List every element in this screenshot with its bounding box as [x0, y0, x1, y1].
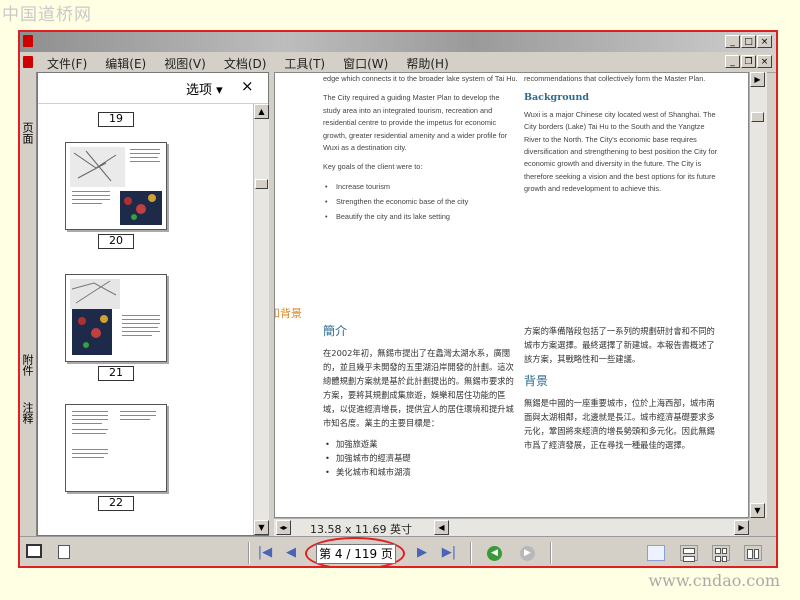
- options-label: 选项: [186, 83, 213, 98]
- paragraph: edge which connects it to the broader la…: [323, 74, 518, 83]
- close-panel-button[interactable]: ×: [241, 77, 254, 95]
- paragraph: Key goals of the client were to:: [323, 162, 423, 172]
- scroll-down-button[interactable]: ▼: [254, 520, 269, 535]
- thumbnail-image: [70, 279, 160, 355]
- page-number-field[interactable]: 第 4 / 119 页: [316, 544, 396, 564]
- forward-button[interactable]: ▶: [520, 546, 535, 561]
- side-tabs: 页面 附件 注释: [20, 72, 37, 536]
- prev-page-button[interactable]: ◀: [282, 545, 300, 561]
- options-menu[interactable]: 选项 ▾: [186, 79, 223, 98]
- chinese-right-column: 方案的準備階段包括了一系列的規劃研討會和不同的城市方案選擇。最終選擇了新建城。本…: [524, 324, 720, 460]
- section-heading: Background: [524, 92, 589, 104]
- thumb-page-number: 21: [98, 366, 134, 381]
- menu-window[interactable]: 窗口(W): [334, 55, 397, 72]
- tab-attachments[interactable]: 附件: [21, 354, 35, 376]
- last-page-button[interactable]: ▶|: [440, 545, 458, 561]
- divider: [248, 542, 250, 564]
- thumb-page-number: 22: [98, 496, 134, 511]
- menu-bar: 文件(F) 编辑(E) 视图(V) 文档(D) 工具(T) 窗口(W) 帮助(H…: [20, 52, 776, 73]
- back-button[interactable]: ◀: [487, 546, 502, 561]
- app-window: _ □ × 文件(F) 编辑(E) 视图(V) 文档(D) 工具(T) 窗口(W…: [18, 30, 778, 568]
- doc-minimize-button[interactable]: _: [725, 55, 740, 68]
- app-icon: [23, 35, 33, 47]
- paragraph: The City required a guiding Master Plan …: [323, 93, 508, 153]
- window-controls: _ □ ×: [725, 35, 772, 48]
- status-bar: |◀ ◀ 第 4 / 119 页 ▶ ▶| ◀ ▶: [20, 536, 776, 566]
- document-hscrollbar[interactable]: ◂▸ 13.58 x 11.69 英寸 ◀ ▶: [274, 518, 749, 537]
- scroll-up-button[interactable]: ▲: [254, 104, 269, 119]
- panel-header: 选项 ▾ ×: [38, 73, 268, 104]
- menu-file[interactable]: 文件(F): [38, 55, 96, 72]
- english-left-column: edge which connects it to the broader la…: [323, 73, 518, 226]
- scroll-thumb[interactable]: [255, 179, 268, 189]
- page-icon[interactable]: [58, 545, 70, 559]
- page-size-label: 13.58 x 11.69 英寸: [310, 523, 412, 536]
- list-item: Beautify the city and its lake setting: [323, 211, 518, 223]
- paragraph: recommendations that collectively form t…: [524, 74, 706, 83]
- page-thumbnail-panel: 选项 ▾ × 19 20 21 22 ▲ ▼: [37, 72, 269, 536]
- thumbnail-page-20[interactable]: [65, 142, 167, 230]
- menu-help[interactable]: 帮助(H): [397, 55, 457, 72]
- paragraph: 方案的準備階段包括了一系列的規劃研討會和不同的城市方案選擇。最終選擇了新建城。本…: [524, 326, 715, 364]
- menu-tools[interactable]: 工具(T): [275, 55, 334, 72]
- document-icon: [23, 56, 33, 68]
- scroll-up-button[interactable]: ▶: [750, 72, 765, 87]
- document-window-controls: _ ❐ ×: [725, 55, 772, 68]
- panel-toggle-icon[interactable]: [26, 544, 42, 558]
- doc-close-button[interactable]: ×: [757, 55, 772, 68]
- watermark-top: 中国道桥网: [2, 5, 92, 25]
- list-item: Strengthen the economic base of the city: [323, 196, 518, 208]
- scroll-thumb[interactable]: [751, 112, 764, 122]
- chevron-down-icon: ▾: [216, 83, 223, 98]
- first-page-button[interactable]: |◀: [256, 545, 274, 561]
- tab-pages[interactable]: 页面: [21, 122, 35, 144]
- maximize-button[interactable]: □: [741, 35, 756, 48]
- divider: [470, 542, 472, 564]
- doc-restore-button[interactable]: ❐: [741, 55, 756, 68]
- thumbnail-list: 19 20 21 22: [38, 104, 253, 535]
- divider: [550, 542, 552, 564]
- list-item: 加強城市的經濟基礎: [323, 452, 519, 464]
- paragraph: 無錫是中國的一座重要城市，位於上海西部，城市南面與太湖相鄰，北邊就是長江。城市經…: [524, 398, 715, 450]
- minimize-button[interactable]: _: [725, 35, 740, 48]
- continuous-view-icon[interactable]: [680, 545, 698, 562]
- close-button[interactable]: ×: [757, 35, 772, 48]
- watermark-bottom: www.cndao.com: [648, 571, 780, 590]
- section-label: 和背景: [275, 307, 302, 320]
- scroll-left-button[interactable]: ◀: [434, 520, 449, 535]
- thumbnail-image: [70, 147, 162, 225]
- english-right-column: recommendations that collectively form t…: [524, 73, 719, 203]
- chinese-left-column: 簡介 在2002年初，無錫市提出了在蠡灣太湖水系，廣闊的，並且幾乎未開發的五里湖…: [323, 324, 519, 480]
- single-page-view-icon[interactable]: [647, 545, 665, 561]
- list-item: 美化城市和城市湖濱: [323, 466, 519, 478]
- scroll-right-button[interactable]: ▶: [734, 520, 749, 535]
- menu-document[interactable]: 文档(D): [215, 55, 276, 72]
- scroll-down-button[interactable]: ▼: [750, 503, 765, 518]
- menu-edit[interactable]: 编辑(E): [96, 55, 155, 72]
- thumbnail-page-22[interactable]: [65, 404, 167, 492]
- thumb-page-number: 19: [98, 112, 134, 127]
- thumbnail-scrollbar[interactable]: ▲ ▼: [253, 104, 269, 535]
- tab-comments[interactable]: 注释: [21, 402, 35, 424]
- document-view: edge which connects it to the broader la…: [274, 72, 749, 518]
- split-handle[interactable]: ◂▸: [276, 520, 291, 535]
- section-heading: 背景: [524, 374, 549, 388]
- next-page-button[interactable]: ▶: [413, 545, 431, 561]
- paragraph: 在2002年初，無錫市提出了在蠡灣太湖水系，廣闊的，並且幾乎未開發的五里湖沿岸開…: [323, 348, 514, 428]
- paragraph: Wuxi is a major Chinese city located wes…: [524, 109, 718, 194]
- list-item: 加強旅遊業: [323, 438, 519, 450]
- thumbnail-image: [72, 411, 156, 458]
- list-item: Increase tourism: [323, 181, 518, 193]
- section-heading: 簡介: [323, 324, 348, 338]
- title-bar: _ □ ×: [20, 32, 776, 52]
- thumb-page-number: 20: [98, 234, 134, 249]
- menu-view[interactable]: 视图(V): [155, 55, 215, 72]
- continuous-facing-view-icon[interactable]: [744, 545, 762, 561]
- document-scrollbar[interactable]: ▶ ▼: [749, 72, 767, 518]
- thumbnail-page-21[interactable]: [65, 274, 167, 362]
- facing-view-icon[interactable]: [712, 545, 730, 562]
